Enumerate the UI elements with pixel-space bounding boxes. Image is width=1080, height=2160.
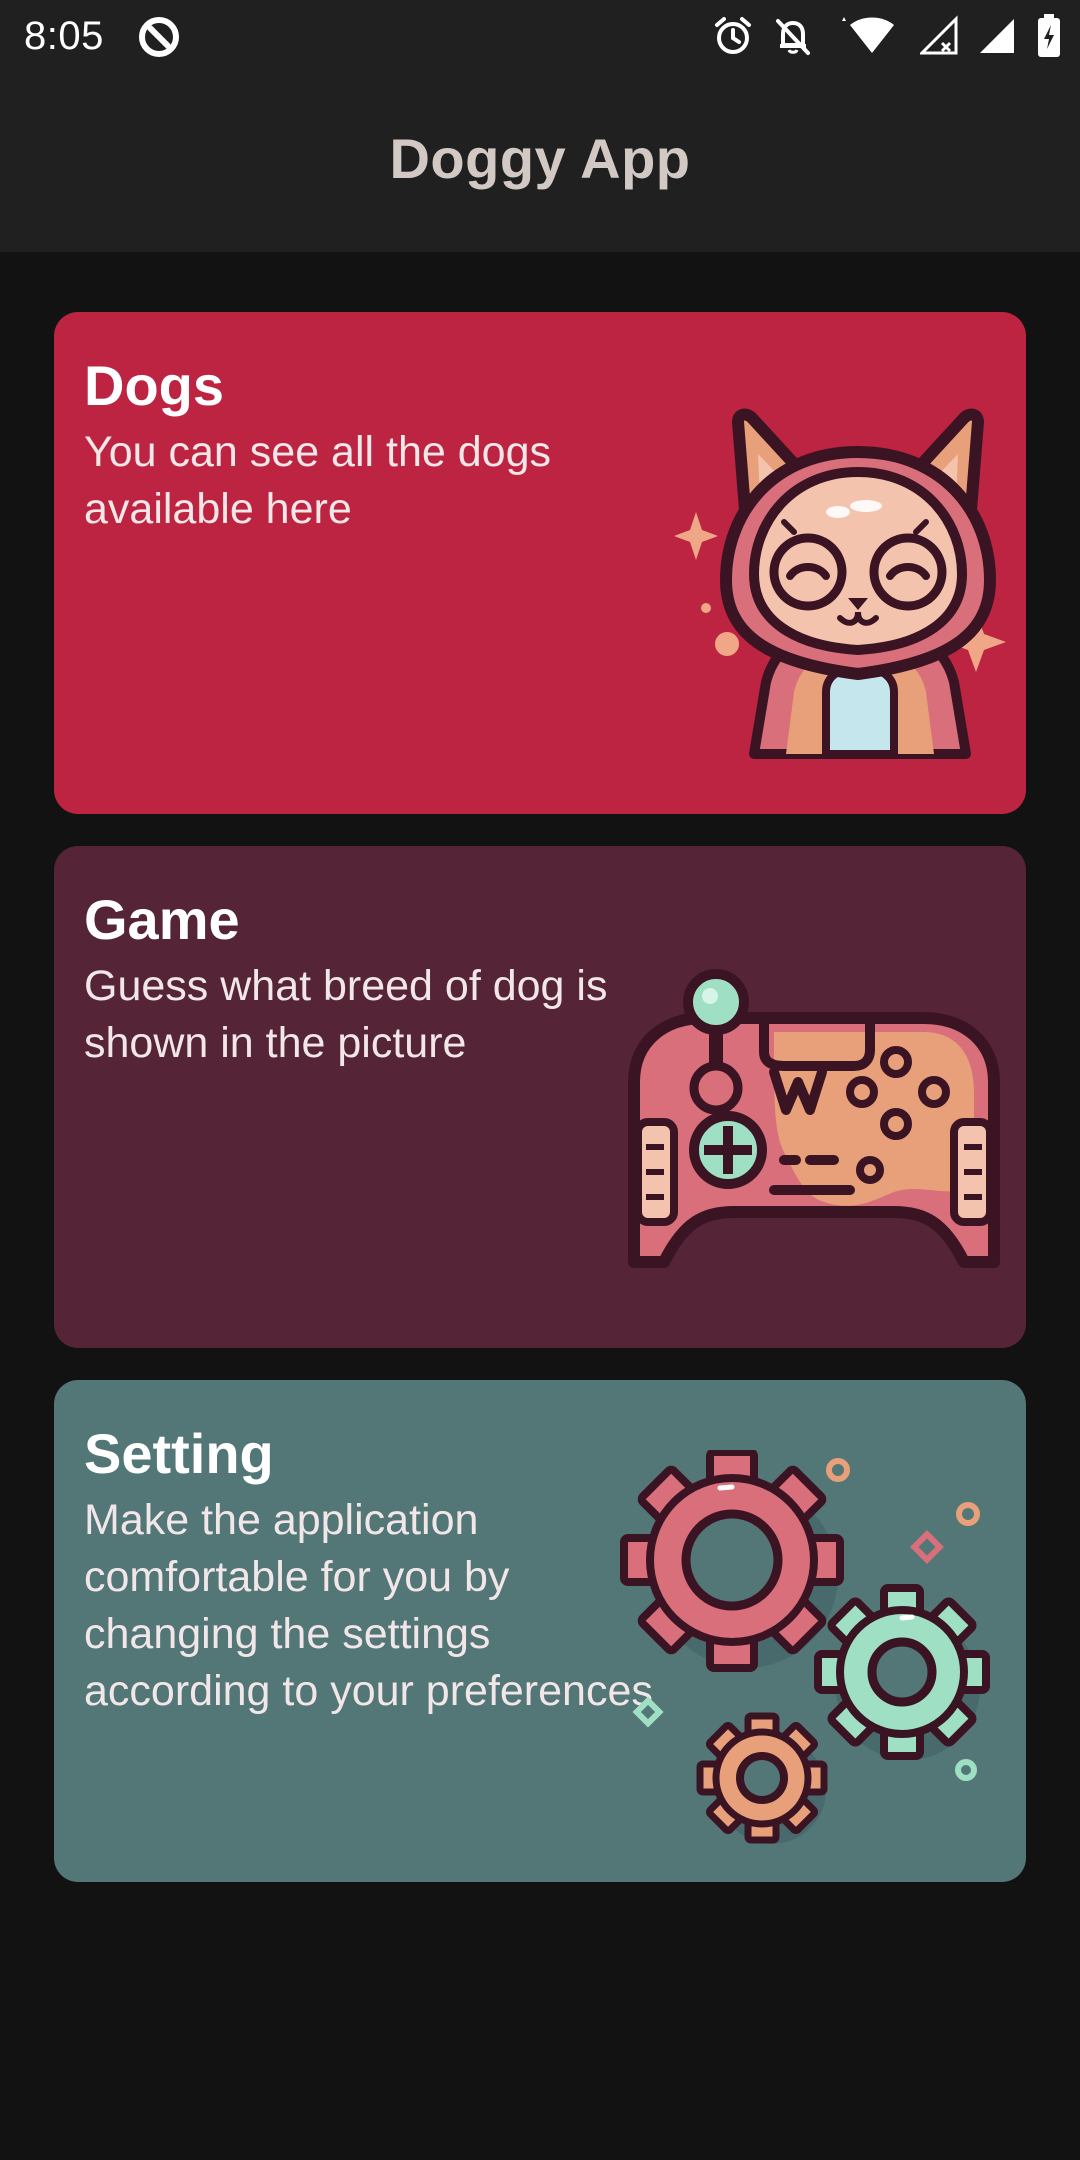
setting-card-text: Setting Make the application comfortable… xyxy=(84,1422,674,1720)
alarm-icon xyxy=(715,17,751,54)
setting-card-description: Make the application comfortable for you… xyxy=(84,1496,653,1715)
signal-icon xyxy=(920,15,958,55)
gears-icon xyxy=(620,1450,990,1844)
wifi-icon xyxy=(842,17,894,53)
data-saver-icon xyxy=(139,17,179,57)
game-card-description: Guess what breed of dog is shown in the … xyxy=(84,962,608,1067)
gamepad-icon xyxy=(628,969,1000,1268)
app-title: Doggy App xyxy=(389,126,691,190)
setting-card-title: Setting xyxy=(84,1422,274,1485)
dog-icon xyxy=(674,408,1006,759)
notifications-off-icon xyxy=(776,19,810,55)
status-time: 8:05 xyxy=(24,14,104,58)
game-card-text: Game Guess what breed of dog is shown in… xyxy=(84,888,674,1072)
status-bar: 8:05 xyxy=(0,0,1080,72)
setting-card[interactable]: Setting Make the application comfortable… xyxy=(54,1380,1026,1882)
game-card[interactable]: Game Guess what breed of dog is shown in… xyxy=(54,846,1026,1348)
status-icons xyxy=(712,12,1062,60)
battery-icon xyxy=(1038,14,1060,57)
dogs-card-title: Dogs xyxy=(84,354,224,417)
signal-icon xyxy=(980,19,1014,53)
dogs-card[interactable]: Dogs You can see all the dogs available … xyxy=(54,312,1026,814)
app-bar: Doggy App xyxy=(0,72,1080,252)
game-card-title: Game xyxy=(84,888,240,951)
dogs-card-text: Dogs You can see all the dogs available … xyxy=(84,354,674,538)
dogs-card-description: You can see all the dogs available here xyxy=(84,428,551,533)
